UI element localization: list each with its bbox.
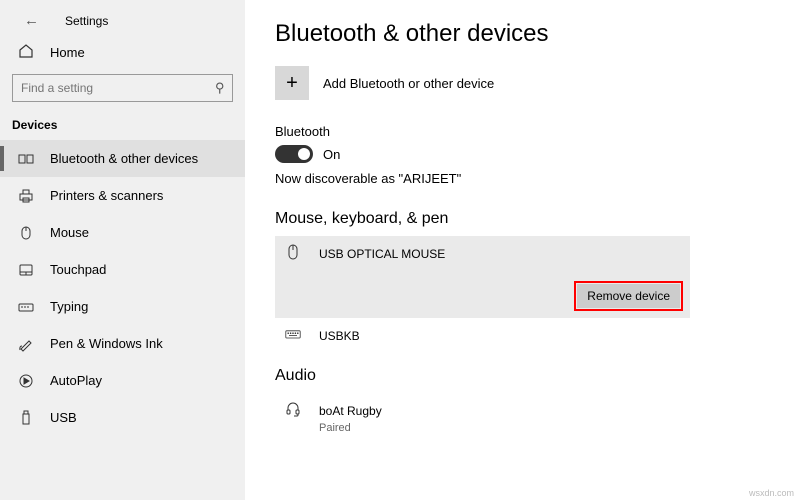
- search-input[interactable]: [12, 74, 233, 102]
- sidebar-item-label: Bluetooth & other devices: [50, 151, 198, 166]
- bluetooth-toggle[interactable]: [275, 145, 313, 163]
- device-list: USB OPTICAL MOUSE Remove device USBKB: [275, 236, 690, 353]
- category-header: Devices: [0, 118, 245, 140]
- nav-list: Bluetooth & other devices Printers & sca…: [0, 140, 245, 436]
- sidebar-item-label: Pen & Windows Ink: [50, 336, 163, 351]
- back-icon[interactable]: ←: [24, 12, 39, 29]
- watermark: wsxdn.com: [749, 488, 794, 498]
- headset-icon: [285, 401, 305, 420]
- sidebar-item-label: Touchpad: [50, 262, 106, 277]
- bluetooth-toggle-row: On: [275, 145, 800, 163]
- search-box[interactable]: ⚲: [12, 74, 233, 102]
- sidebar-item-typing[interactable]: Typing: [0, 288, 245, 325]
- usb-icon: [18, 410, 34, 426]
- home-icon: [18, 43, 34, 62]
- keyboard-icon: [18, 299, 34, 315]
- bluetooth-label: Bluetooth: [275, 124, 800, 139]
- sidebar-item-usb[interactable]: USB: [0, 399, 245, 436]
- printer-icon: [18, 188, 34, 204]
- sidebar-item-label: AutoPlay: [50, 373, 102, 388]
- plus-icon: +: [275, 66, 309, 100]
- add-device-button[interactable]: + Add Bluetooth or other device: [275, 66, 800, 100]
- device-item-audio[interactable]: boAt Rugby Paired: [275, 393, 690, 442]
- sidebar: ← Settings Home ⚲ Devices Bluetooth & ot…: [0, 0, 245, 500]
- bluetooth-devices-icon: [18, 151, 34, 167]
- touchpad-icon: [18, 262, 34, 278]
- remove-device-button[interactable]: Remove device: [577, 284, 680, 308]
- device-item-keyboard[interactable]: USBKB: [275, 318, 690, 353]
- audio-device-list: boAt Rugby Paired: [275, 393, 690, 442]
- device-name: boAt Rugby: [319, 404, 382, 418]
- sidebar-item-pen[interactable]: Pen & Windows Ink: [0, 325, 245, 362]
- search-icon: ⚲: [215, 80, 225, 96]
- sidebar-item-bluetooth[interactable]: Bluetooth & other devices: [0, 140, 245, 177]
- device-name: USBKB: [319, 329, 360, 343]
- app-title: Settings: [65, 14, 108, 28]
- autoplay-icon: [18, 373, 34, 389]
- page-title: Bluetooth & other devices: [275, 20, 800, 48]
- sidebar-item-label: Printers & scanners: [50, 188, 163, 203]
- pen-icon: [18, 336, 34, 352]
- discoverable-text: Now discoverable as "ARIJEET": [275, 171, 800, 186]
- device-status: Paired: [319, 422, 680, 434]
- sidebar-item-label: USB: [50, 410, 77, 425]
- device-name: USB OPTICAL MOUSE: [319, 247, 445, 261]
- sidebar-item-mouse[interactable]: Mouse: [0, 214, 245, 251]
- keyboard-icon: [285, 326, 305, 345]
- sidebar-item-autoplay[interactable]: AutoPlay: [0, 362, 245, 399]
- title-bar: ← Settings: [0, 12, 245, 43]
- section-audio-header: Audio: [275, 367, 800, 385]
- bluetooth-state: On: [323, 147, 340, 162]
- main-content: Bluetooth & other devices + Add Bluetoot…: [245, 0, 800, 500]
- device-item-mouse[interactable]: USB OPTICAL MOUSE Remove device: [275, 236, 690, 318]
- section-mouse-header: Mouse, keyboard, & pen: [275, 210, 800, 228]
- mouse-icon: [18, 225, 34, 241]
- sidebar-item-label: Mouse: [50, 225, 89, 240]
- sidebar-item-touchpad[interactable]: Touchpad: [0, 251, 245, 288]
- sidebar-item-label: Typing: [50, 299, 88, 314]
- mouse-icon: [285, 244, 305, 263]
- add-device-label: Add Bluetooth or other device: [323, 76, 494, 91]
- sidebar-item-printers[interactable]: Printers & scanners: [0, 177, 245, 214]
- home-link[interactable]: Home: [0, 43, 245, 74]
- home-label: Home: [50, 45, 85, 60]
